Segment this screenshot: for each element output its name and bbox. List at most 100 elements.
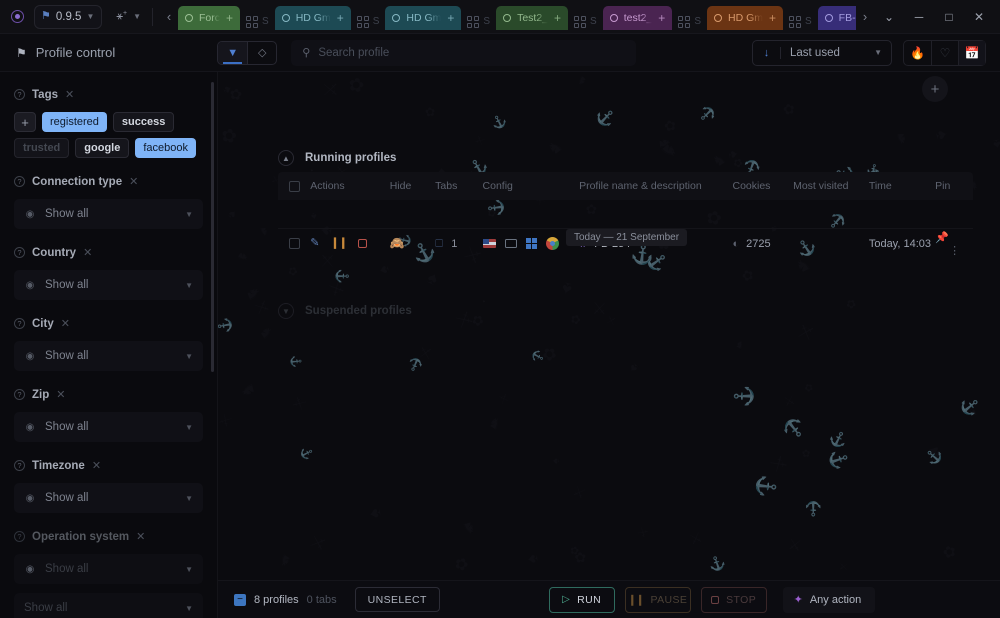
partial-select-icon[interactable]: − bbox=[234, 593, 246, 606]
play-icon: ▷ bbox=[562, 594, 571, 605]
browser-tab[interactable]: test2_ + S bbox=[602, 0, 707, 34]
sidebar-scrollbar[interactable] bbox=[211, 82, 214, 372]
eye-off-icon[interactable]: 🙈 bbox=[390, 236, 405, 250]
close-icon[interactable]: ✕ bbox=[92, 459, 101, 472]
help-icon[interactable]: ? bbox=[14, 176, 25, 187]
chevron-up-icon[interactable]: ▲ bbox=[278, 150, 294, 166]
calendar-icon[interactable]: 📅 bbox=[958, 40, 985, 65]
close-icon[interactable]: ✕ bbox=[61, 317, 70, 330]
row-tabs[interactable]: 🗆 1 bbox=[435, 238, 482, 250]
browser-tab[interactable]: HD Gm + S bbox=[274, 0, 386, 34]
funnel-icon[interactable]: ▼ bbox=[218, 41, 248, 64]
sort-control[interactable]: ↓ Last used ▼ bbox=[752, 39, 892, 66]
filter-select[interactable]: ◉ Show all ▼ bbox=[14, 270, 203, 300]
help-icon[interactable]: ? bbox=[14, 460, 25, 471]
maximize-button[interactable]: □ bbox=[934, 4, 964, 30]
select-all-checkbox[interactable] bbox=[278, 180, 310, 192]
add-user-menu[interactable]: ⚹+ ▼ bbox=[112, 5, 145, 29]
tab-grid-button[interactable]: S bbox=[240, 15, 275, 28]
tag-chip[interactable]: google bbox=[75, 138, 130, 158]
browser-tab[interactable]: FB-254+S bbox=[817, 0, 856, 34]
browser-tab[interactable]: HD Gm + S bbox=[706, 0, 818, 34]
filter-select-secondary[interactable]: Show all ▼ bbox=[14, 593, 203, 618]
tab-grid-button[interactable]: S bbox=[351, 15, 386, 28]
minimize-button[interactable]: ─ bbox=[904, 4, 934, 30]
tabs-next-button[interactable]: › bbox=[856, 4, 874, 30]
app-logo-icon bbox=[4, 10, 30, 23]
row-checkbox[interactable] bbox=[278, 238, 310, 249]
sort-select[interactable]: Last used ▼ bbox=[781, 47, 891, 59]
tag-chip[interactable]: registered bbox=[42, 112, 107, 132]
filter-select[interactable]: ◉ Show all ▼ bbox=[14, 341, 203, 371]
section-suspended-profiles[interactable]: ▼ Suspended profiles bbox=[278, 303, 412, 319]
tab-grid-button[interactable]: S bbox=[461, 15, 496, 28]
tag-chip[interactable]: success bbox=[112, 112, 175, 132]
row-hide[interactable]: 🙈 bbox=[390, 237, 435, 250]
browser-tab[interactable]: HD Gm + S bbox=[385, 0, 496, 34]
unselect-button[interactable]: UNSELECT bbox=[354, 587, 440, 612]
close-icon[interactable]: ✕ bbox=[136, 530, 145, 543]
add-tag-button[interactable]: + bbox=[14, 112, 36, 132]
tab-grid-button[interactable]: S bbox=[672, 15, 707, 28]
tab-add-icon[interactable]: + bbox=[769, 11, 776, 25]
tab-grid-button[interactable]: S bbox=[783, 15, 818, 28]
watermark-glyph: ♠ bbox=[991, 134, 1000, 152]
column-tabs: Tabs bbox=[435, 180, 458, 192]
add-profile-button[interactable]: + bbox=[922, 76, 948, 102]
search-input[interactable] bbox=[318, 46, 626, 59]
help-icon[interactable]: ? bbox=[14, 89, 25, 100]
version-selector[interactable]: ⚑ 0.9.5 ▼ bbox=[34, 4, 103, 29]
tab-status-icon bbox=[824, 13, 833, 22]
close-icon[interactable]: ✕ bbox=[65, 88, 74, 101]
close-icon[interactable]: ✕ bbox=[56, 388, 65, 401]
help-icon[interactable]: ? bbox=[14, 389, 25, 400]
browser-tab[interactable]: Forc + S bbox=[178, 0, 275, 34]
watermark-glyph: ✿ bbox=[218, 122, 243, 149]
help-icon[interactable]: ? bbox=[14, 531, 25, 542]
sort-value: Last used bbox=[790, 46, 840, 59]
heart-icon[interactable]: ♡ bbox=[931, 40, 958, 65]
watermark-glyph: ♞ bbox=[732, 338, 747, 353]
tag-chip[interactable]: trusted bbox=[14, 138, 70, 158]
tab-add-icon[interactable]: + bbox=[554, 11, 561, 25]
close-icon[interactable]: ✕ bbox=[129, 175, 138, 188]
pause-icon[interactable]: ❙❙ bbox=[330, 238, 347, 249]
close-button[interactable]: ✕ bbox=[964, 4, 994, 30]
filter-select[interactable]: ◉ Show all ▼ bbox=[14, 483, 203, 513]
tabs-prev-button[interactable]: ‹ bbox=[160, 4, 178, 30]
tab-add-icon[interactable]: + bbox=[337, 11, 344, 25]
filter-select[interactable]: ◉ Show all ▼ bbox=[14, 554, 203, 584]
help-icon[interactable]: ? bbox=[14, 247, 25, 258]
filter-select[interactable]: ◉ Show all ▼ bbox=[14, 199, 203, 229]
help-icon[interactable]: ? bbox=[14, 318, 25, 329]
filter-select[interactable]: ◉ Show all ▼ bbox=[14, 412, 203, 442]
row-pin[interactable]: 📌 ⋮ bbox=[935, 231, 973, 257]
fire-icon[interactable]: 🔥 bbox=[904, 41, 931, 65]
more-vertical-icon[interactable]: ⋮ bbox=[949, 245, 960, 257]
stop-icon[interactable] bbox=[357, 239, 367, 248]
any-action-button[interactable]: ✦ Any action bbox=[782, 586, 876, 613]
monitor-icon bbox=[504, 239, 517, 248]
chevron-down-icon[interactable]: ▼ bbox=[278, 303, 294, 319]
run-button[interactable]: ▷ RUN bbox=[548, 586, 615, 613]
close-icon[interactable]: ✕ bbox=[83, 246, 92, 259]
eraser-icon[interactable]: ◇ bbox=[247, 41, 276, 64]
tab-add-icon[interactable]: + bbox=[226, 11, 233, 25]
tag-chip[interactable]: facebook bbox=[135, 138, 196, 158]
search-box[interactable]: ⚲ bbox=[291, 39, 637, 66]
grid-icon bbox=[678, 15, 691, 28]
tab-add-icon[interactable]: + bbox=[447, 11, 454, 25]
sort-desc-icon[interactable]: ↓ bbox=[753, 46, 781, 59]
tab-grid-label: S bbox=[590, 16, 597, 27]
edit-icon[interactable]: ✎ bbox=[310, 238, 319, 249]
tab-add-icon[interactable]: + bbox=[658, 11, 665, 25]
grid-icon bbox=[467, 15, 480, 28]
chevron-down-icon: ▼ bbox=[185, 564, 193, 574]
pause-button[interactable]: ❙❙ PAUSE bbox=[624, 586, 691, 613]
stop-button[interactable]: STOP bbox=[700, 586, 767, 613]
collapse-button[interactable]: ⌄ bbox=[874, 4, 904, 30]
browser-tab[interactable]: Test2_ + S bbox=[496, 0, 603, 34]
section-running-profiles[interactable]: ▲ Running profiles bbox=[278, 150, 396, 166]
tab-grid-button[interactable]: S bbox=[568, 15, 603, 28]
pin-icon[interactable]: 📌 bbox=[935, 232, 949, 244]
